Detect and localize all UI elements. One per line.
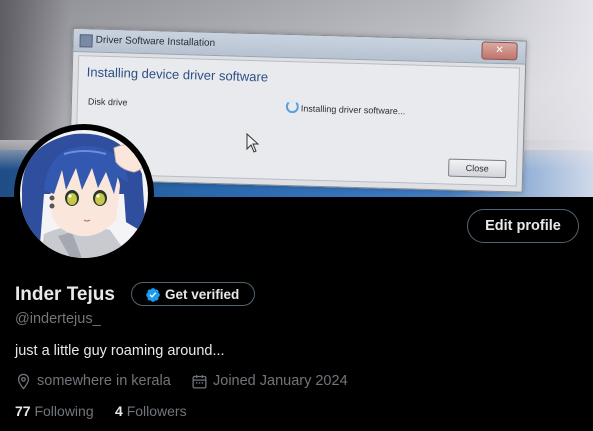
profile-avatar[interactable] [14, 124, 154, 264]
device-status-text: Installing driver software... [300, 103, 406, 117]
verified-badge-icon [146, 288, 160, 302]
user-handle: @indertejus_ [15, 311, 101, 327]
location-pin-icon [17, 373, 30, 390]
device-name: Disk drive [87, 96, 128, 108]
dialog-close-x-icon: ✕ [481, 41, 518, 61]
following-count: 77 [15, 403, 31, 419]
calendar-icon [192, 375, 207, 389]
following-label: Following [34, 403, 94, 419]
followers-link[interactable]: 4 Followers [115, 403, 187, 419]
joined-text: Joined January 2024 [213, 373, 348, 389]
loading-spinner-icon [285, 99, 300, 114]
dialog-title: Driver Software Installation [95, 34, 216, 49]
get-verified-button[interactable]: Get verified [131, 282, 255, 306]
user-bio: just a little guy roaming around... [15, 343, 225, 359]
followers-label: Followers [126, 403, 187, 419]
following-link[interactable]: 77 Following [15, 403, 94, 419]
location-text: somewhere in kerala [37, 373, 171, 389]
dialog-heading: Installing device driver software [86, 64, 269, 85]
edit-profile-button[interactable]: Edit profile [467, 209, 579, 243]
followers-count: 4 [115, 403, 123, 419]
dialog-close-button: Close [447, 158, 507, 179]
get-verified-label: Get verified [165, 287, 240, 302]
display-name: Inder Tejus [15, 284, 115, 305]
dialog-app-icon [79, 34, 93, 48]
mouse-cursor-icon [246, 133, 260, 153]
device-status: Installing driver software... [285, 99, 406, 117]
